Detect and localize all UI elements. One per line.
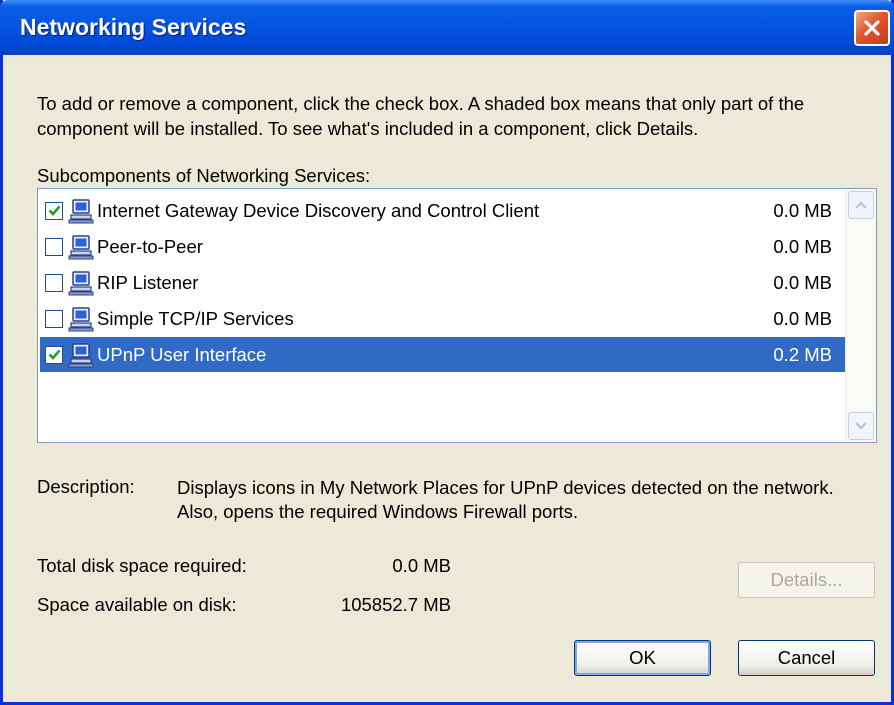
component-name: UPnP User Interface: [97, 343, 267, 365]
description-label: Description:: [37, 476, 135, 497]
component-size: 0.0 MB: [773, 307, 832, 329]
instructions-text: To add or remove a component, click the …: [37, 93, 805, 139]
checkmark-icon: [48, 349, 60, 360]
ok-button[interactable]: OK: [574, 640, 711, 676]
list-item[interactable]: Internet Gateway Device Discovery and Co…: [40, 193, 846, 228]
scroll-down-button[interactable]: [848, 412, 874, 440]
list-item[interactable]: Peer-to-Peer 0.0 MB: [40, 229, 846, 264]
component-name: RIP Listener: [97, 271, 199, 293]
chevron-down-icon: [855, 422, 867, 430]
checkmark-icon: [48, 205, 60, 216]
title-bar[interactable]: Networking Services: [0, 0, 894, 55]
component-size: 0.2 MB: [773, 343, 832, 365]
network-computer-icon: [68, 306, 94, 331]
component-checkbox[interactable]: [45, 273, 63, 292]
dialog-window: Networking Services To add or remove a c…: [0, 0, 894, 705]
component-checkbox[interactable]: [45, 309, 63, 328]
component-size: 0.0 MB: [773, 199, 832, 221]
components-list[interactable]: Internet Gateway Device Discovery and Co…: [37, 188, 877, 443]
component-checkbox[interactable]: [45, 201, 63, 220]
network-computer-icon: [68, 270, 94, 295]
component-name: Simple TCP/IP Services: [97, 307, 294, 329]
component-name: Internet Gateway Device Discovery and Co…: [97, 199, 540, 221]
description-text: Displays icons in My Network Places for …: [177, 477, 834, 522]
available-disk-value: 105852.7 MB: [340, 594, 451, 615]
details-button[interactable]: Details...: [738, 562, 875, 598]
component-size: 0.0 MB: [773, 235, 832, 257]
total-disk-label: Total disk space required:: [37, 555, 247, 576]
cancel-button[interactable]: Cancel: [738, 640, 875, 676]
vertical-scrollbar[interactable]: [845, 189, 876, 442]
subcomponents-label: Subcomponents of Networking Services:: [37, 165, 371, 186]
component-size: 0.0 MB: [773, 271, 832, 293]
total-disk-value: 0.0 MB: [392, 555, 451, 576]
list-item[interactable]: RIP Listener 0.0 MB: [40, 265, 846, 300]
list-item[interactable]: UPnP User Interface 0.2 MB: [40, 337, 846, 372]
close-icon: [864, 20, 880, 36]
scroll-up-button[interactable]: [848, 191, 874, 219]
close-button[interactable]: [854, 10, 890, 46]
component-checkbox[interactable]: [45, 237, 63, 256]
network-computer-icon: [68, 234, 94, 259]
list-item[interactable]: Simple TCP/IP Services 0.0 MB: [40, 301, 846, 336]
window-title: Networking Services: [20, 14, 247, 40]
component-name: Peer-to-Peer: [97, 235, 203, 257]
chevron-up-icon: [855, 201, 867, 209]
network-computer-icon: [68, 342, 94, 367]
dialog-body: To add or remove a component, click the …: [3, 55, 891, 702]
available-disk-label: Space available on disk:: [37, 594, 237, 615]
component-checkbox[interactable]: [45, 345, 63, 364]
network-computer-icon: [68, 198, 94, 223]
